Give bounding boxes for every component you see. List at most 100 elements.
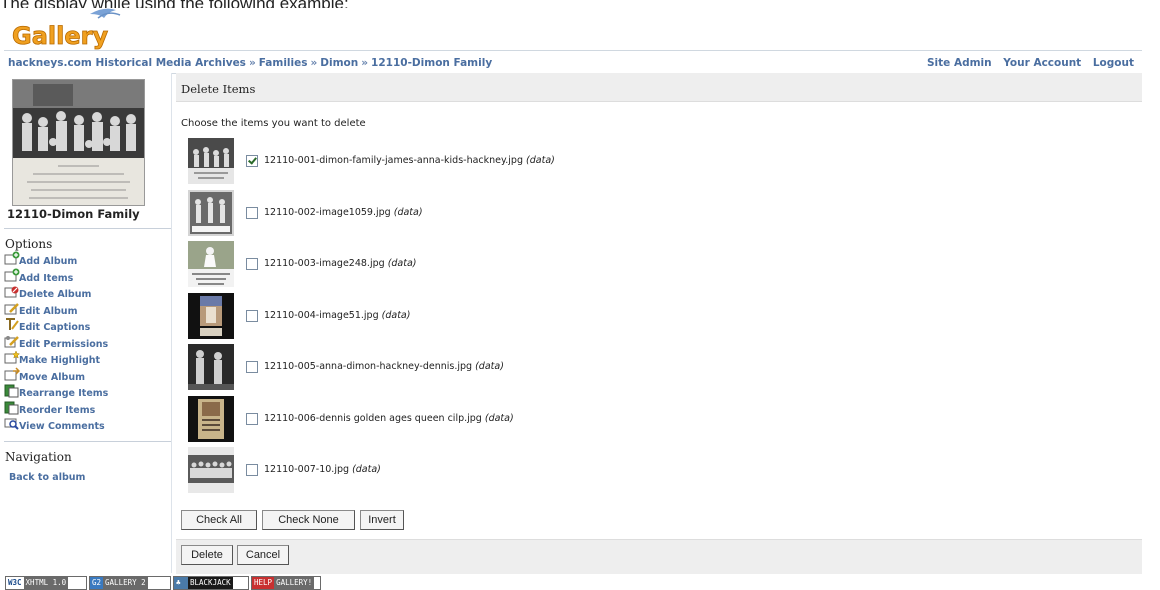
- item-label: 12110-001-dimon-family-james-anna-kids-h…: [264, 155, 555, 166]
- option-edit-permissions[interactable]: Edit Permissions: [4, 334, 171, 351]
- item-checkbox[interactable]: [246, 412, 258, 425]
- breadcrumb-current: 12110-Dimon Family: [371, 57, 493, 69]
- site-admin-link[interactable]: Site Admin: [927, 57, 992, 69]
- album-title: 12110-Dimon Family: [7, 207, 140, 221]
- item-filename: 12110-003-image248.jpg: [264, 258, 385, 269]
- invert-button[interactable]: Invert: [360, 510, 404, 530]
- item-filename: 12110-006-dennis golden ages queen cilp.…: [264, 412, 482, 424]
- breadcrumb: hackneys.com Historical Media Archives» F…: [8, 57, 492, 69]
- option-label: Edit Permissions: [19, 338, 109, 350]
- item-thumbnail[interactable]: [188, 447, 234, 493]
- item-data-label[interactable]: (data): [526, 155, 555, 166]
- option-move-album[interactable]: Move Album: [4, 366, 171, 384]
- item-filename: 12110-005-anna-dimon-hackney-dennis.jpg: [264, 361, 473, 372]
- item-label: 12110-005-anna-dimon-hackney-dennis.jpg …: [264, 361, 504, 372]
- item-data-label[interactable]: (data): [388, 258, 417, 269]
- option-reorder-items[interactable]: Reorder Items: [4, 400, 171, 417]
- option-rearrange-items[interactable]: Rearrange Items: [4, 383, 171, 400]
- main-content: Delete Items Choose the items you want t…: [176, 73, 1144, 574]
- view-comments-icon: [4, 418, 19, 430]
- move-album-icon: [4, 366, 20, 380]
- breadcrumb-item-families[interactable]: Families: [259, 57, 308, 69]
- svg-text:Gallery: Gallery: [12, 22, 108, 50]
- option-make-highlight[interactable]: Make Highlight: [4, 350, 171, 367]
- sidebar-divider: [4, 441, 171, 442]
- option-edit-album[interactable]: Edit Album: [4, 301, 171, 318]
- breadcrumb-separator: »: [248, 57, 256, 69]
- option-label: Add Items: [19, 272, 74, 284]
- item-data-label[interactable]: (data): [352, 464, 381, 475]
- w3c-xhtml-badge[interactable]: W3C XHTML 1.0: [5, 576, 87, 590]
- item-filename: 12110-001-dimon-family-james-anna-kids-h…: [264, 155, 523, 166]
- gallery-logo[interactable]: Gallery: [8, 6, 158, 50]
- item-thumbnail[interactable]: [188, 138, 234, 184]
- help-gallery-badge[interactable]: HELP GALLERY!: [251, 576, 321, 590]
- badge-left-text: G2: [90, 577, 104, 589]
- item-thumbnail[interactable]: [188, 189, 234, 236]
- option-label: Add Album: [19, 256, 78, 267]
- option-label: Delete Album: [19, 289, 92, 300]
- option-label: Make Highlight: [19, 355, 101, 366]
- badge-right-text: XHTML 1.0: [23, 577, 69, 589]
- item-checkbox[interactable]: [246, 464, 258, 476]
- delete-album-icon: [4, 286, 19, 298]
- item-label: 12110-003-image248.jpg (data): [264, 258, 417, 269]
- edit-permissions-icon: [4, 335, 19, 347]
- item-checkbox[interactable]: [246, 258, 258, 270]
- logout-link[interactable]: Logout: [1093, 57, 1134, 69]
- item-data-label[interactable]: (data): [394, 207, 423, 218]
- your-account-link[interactable]: Your Account: [1003, 57, 1081, 69]
- instruction-text: Choose the items you want to delete: [181, 118, 366, 129]
- option-delete-album[interactable]: Delete Album: [4, 284, 171, 301]
- item-checkbox[interactable]: [246, 361, 258, 373]
- breadcrumb-separator: »: [361, 57, 369, 69]
- blackjack-badge[interactable]: ♣ BLACKJACK: [173, 576, 249, 590]
- item-data-label[interactable]: (data): [382, 310, 411, 321]
- gallery2-badge[interactable]: G2 GALLERY 2: [89, 576, 171, 590]
- option-add-items[interactable]: Add Items: [4, 268, 171, 285]
- cancel-button[interactable]: Cancel: [237, 545, 289, 565]
- check-all-button[interactable]: Check All: [181, 510, 257, 530]
- item-data-label[interactable]: (data): [485, 413, 514, 424]
- option-add-album[interactable]: Add Album: [4, 251, 171, 268]
- option-label: View Comments: [19, 421, 105, 432]
- sidebar: 12110-Dimon Family Options Add Album Add…: [4, 73, 172, 573]
- item-data-label[interactable]: (data): [475, 361, 504, 372]
- edit-captions-icon: [6, 318, 19, 330]
- breadcrumb-item-archives[interactable]: hackneys.com Historical Media Archives: [8, 57, 246, 69]
- option-label: Move Album: [19, 371, 85, 383]
- page-top-text: The display while using the following ex…: [0, 0, 1160, 8]
- navigation-heading: Navigation: [5, 450, 72, 464]
- breadcrumb-separator: »: [310, 57, 318, 69]
- badge-right-text: GALLERY!: [274, 577, 315, 589]
- delete-button[interactable]: Delete: [181, 545, 233, 565]
- item-thumbnail[interactable]: [188, 292, 234, 339]
- reorder-items-icon: [4, 401, 19, 414]
- rearrange-items-icon: [4, 384, 19, 398]
- item-checkbox[interactable]: [246, 309, 258, 322]
- make-highlight-icon: [4, 350, 20, 364]
- check-none-button[interactable]: Check None: [262, 510, 355, 530]
- option-view-comments[interactable]: View Comments: [4, 416, 171, 433]
- options-heading: Options: [5, 237, 53, 251]
- back-to-album-link[interactable]: Back to album: [9, 472, 85, 483]
- item-thumbnail[interactable]: [188, 241, 234, 287]
- badge-right-text: GALLERY 2: [103, 577, 148, 589]
- badge-left-text: HELP: [252, 577, 275, 589]
- item-filename: 12110-002-image1059.jpg: [264, 206, 391, 218]
- album-thumbnail[interactable]: [12, 79, 145, 206]
- option-edit-captions[interactable]: Edit Captions: [4, 317, 171, 334]
- item-checkbox[interactable]: [246, 155, 258, 167]
- item-checkbox[interactable]: [246, 206, 258, 219]
- breadcrumb-item-dimon[interactable]: Dimon: [320, 57, 358, 69]
- item-label: 12110-007-10.jpg (data): [264, 464, 381, 475]
- item-label: 12110-002-image1059.jpg (data): [264, 207, 423, 218]
- add-items-icon: [4, 268, 20, 281]
- item-thumbnail[interactable]: [188, 344, 234, 390]
- item-thumbnail[interactable]: [188, 395, 234, 442]
- actions-bar: [176, 539, 1142, 574]
- badge-right-text: BLACKJACK: [188, 577, 233, 589]
- edit-album-icon: [4, 302, 19, 314]
- option-label: Rearrange Items: [19, 388, 109, 399]
- sidebar-divider: [4, 228, 171, 229]
